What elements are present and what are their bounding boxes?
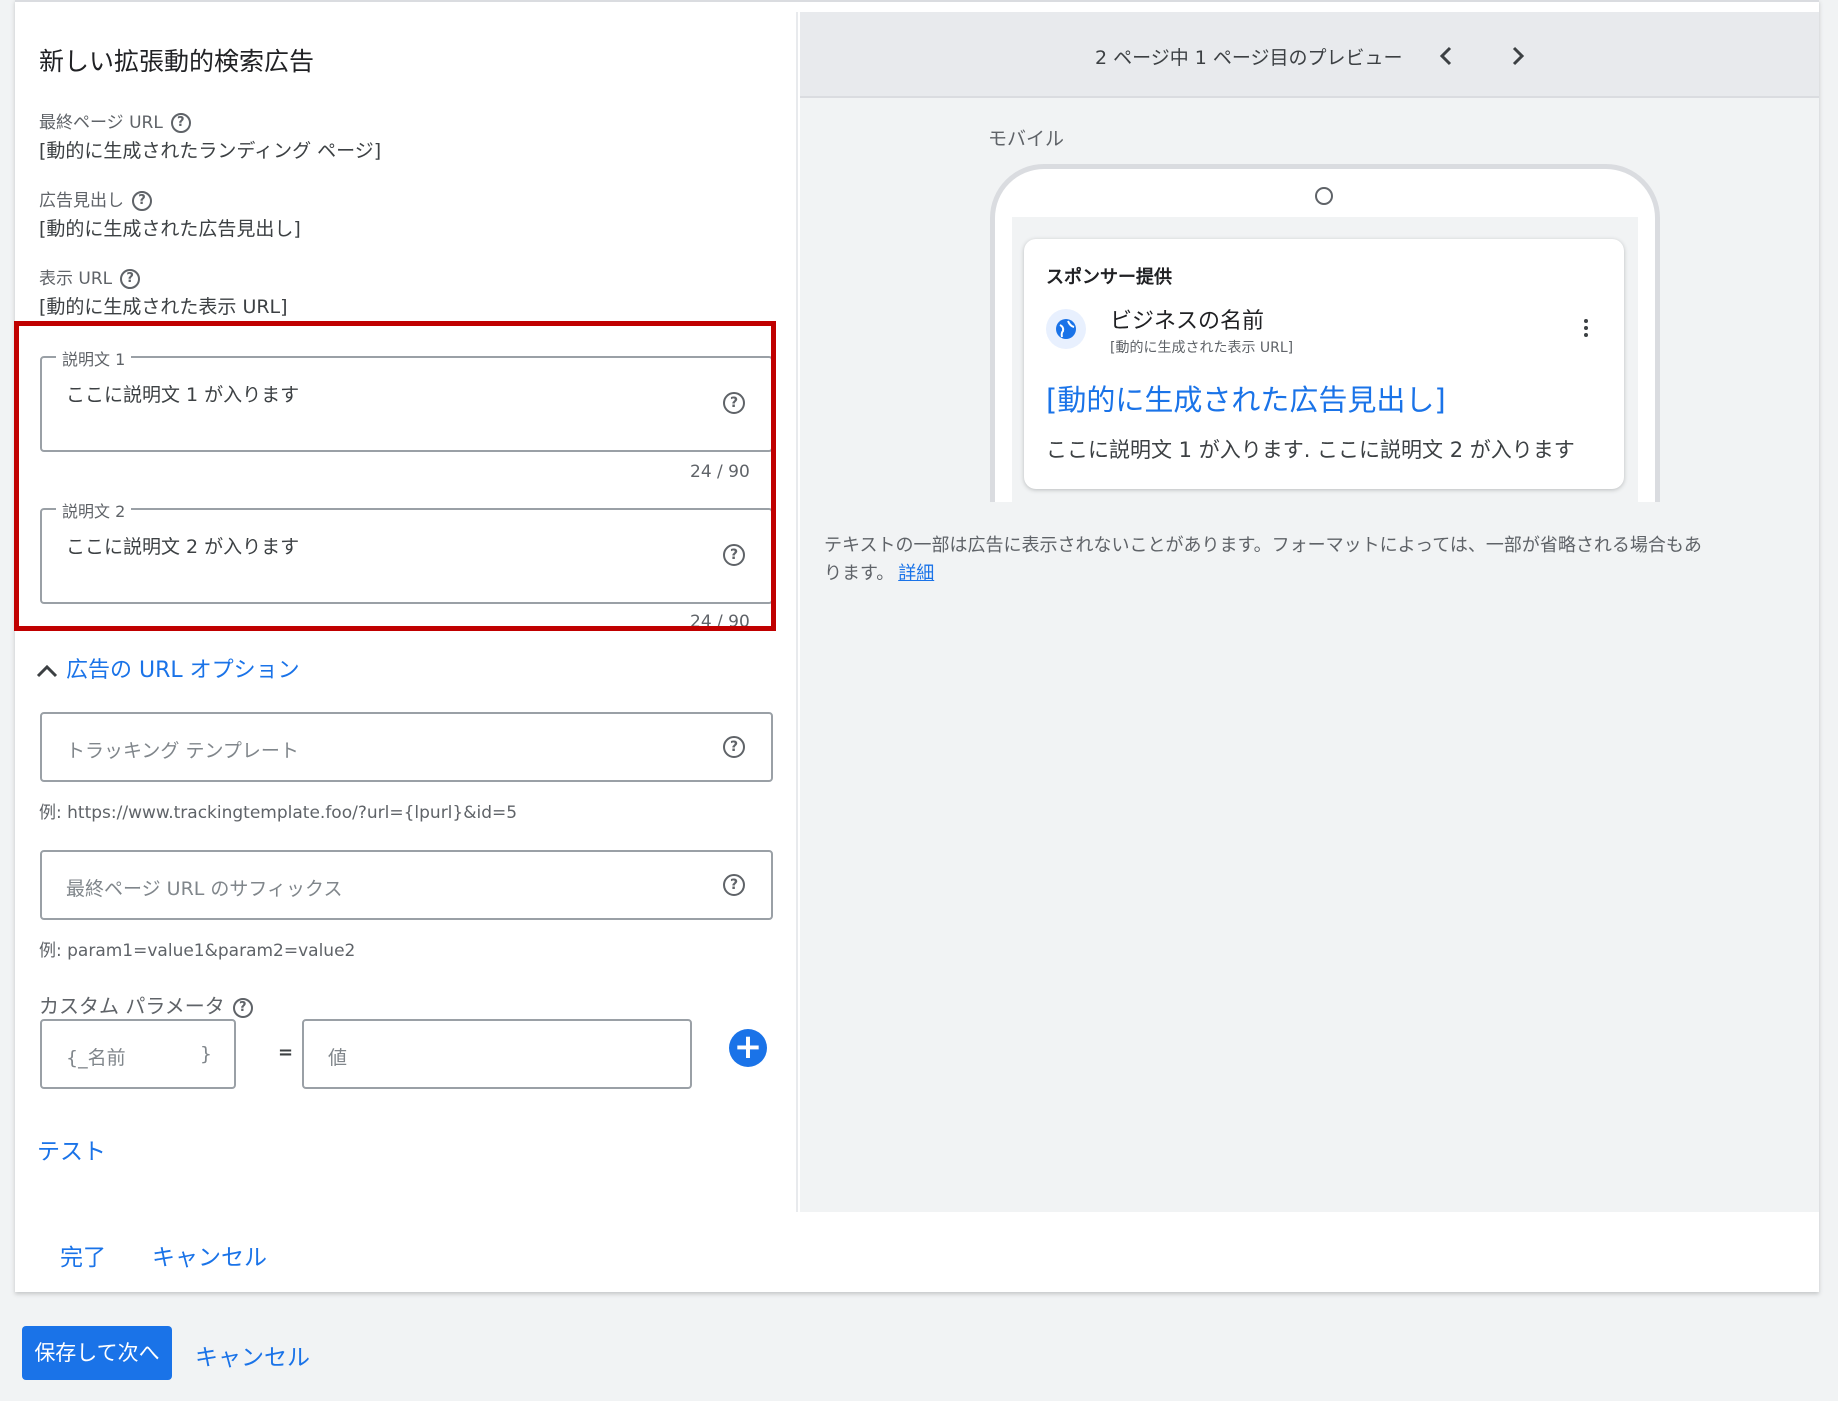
custom-param-value-input[interactable]: 値: [328, 1043, 347, 1070]
help-icon[interactable]: ?: [723, 874, 745, 896]
display-url-label: 表示 URL?: [39, 264, 141, 289]
ad-preview-card: スポンサー提供 ビジネスの名前 [動的に生成された表示 URL] [動的に生成さ…: [1024, 239, 1624, 489]
ad-description: ここに説明文 1 が入ります. ここに説明文 2 が入ります: [1046, 438, 1575, 462]
custom-param-name-suffix: }: [199, 1043, 212, 1065]
details-link[interactable]: 詳細: [898, 563, 934, 584]
custom-param-name-input[interactable]: {_名前: [66, 1043, 126, 1070]
help-icon[interactable]: ?: [723, 736, 745, 758]
ad-editor-card: 新しい拡張動的検索広告 最終ページ URL? [動的に生成されたランディング ペ…: [15, 0, 1819, 1292]
help-icon[interactable]: ?: [120, 269, 141, 289]
phone-frame: スポンサー提供 ビジネスの名前 [動的に生成された表示 URL] [動的に生成さ…: [990, 164, 1660, 517]
chevron-left-icon[interactable]: [1436, 44, 1456, 68]
final-url-value: [動的に生成されたランディング ページ]: [39, 140, 382, 162]
preview-panel: 2 ページ中 1 ページ目のプレビュー モバイル スポンサー提供 ビジネスの名前…: [800, 12, 1819, 1212]
more-vert-icon[interactable]: [1584, 319, 1588, 337]
display-url-value: [動的に生成された表示 URL]: [39, 296, 288, 318]
sponsor-label: スポンサー提供: [1046, 267, 1172, 288]
help-icon[interactable]: ?: [132, 191, 152, 211]
highlight-box: [14, 321, 776, 631]
preview-pager-text: 2 ページ中 1 ページ目のプレビュー: [1095, 47, 1403, 69]
equals-sign: =: [278, 1042, 294, 1063]
tracking-template-field[interactable]: トラッキング テンプレート ?: [40, 712, 773, 782]
final-url-suffix-hint: 例: param1=value1&param2=value2: [39, 941, 356, 961]
custom-param-value-field[interactable]: 値: [302, 1019, 692, 1089]
save-next-button[interactable]: 保存して次へ: [22, 1326, 172, 1380]
preview-note: テキストの一部は広告に表示されないことがあります。フォーマットによっては、一部が…: [824, 535, 1702, 584]
help-icon[interactable]: ?: [170, 113, 191, 133]
footer-cancel-button[interactable]: キャンセル: [195, 1338, 310, 1372]
chevron-right-icon[interactable]: [1508, 44, 1528, 68]
custom-param-name-field[interactable]: {_名前 }: [40, 1019, 236, 1089]
help-icon[interactable]: ?: [232, 997, 253, 1018]
final-url-suffix-field[interactable]: 最終ページ URL のサフィックス ?: [40, 850, 773, 920]
test-link[interactable]: テスト: [37, 1132, 106, 1166]
headline-value: [動的に生成された広告見出し]: [39, 218, 301, 240]
done-button[interactable]: 完了: [60, 1238, 106, 1272]
phone-camera: [1315, 187, 1333, 205]
final-url-label: 最終ページ URL?: [39, 108, 191, 133]
ad-display-url: [動的に生成された表示 URL]: [1110, 340, 1294, 356]
ad-headline[interactable]: [動的に生成された広告見出し]: [1046, 377, 1446, 419]
chevron-up-icon: [36, 664, 58, 678]
add-param-icon[interactable]: +: [729, 1029, 767, 1067]
business-name: ビジネスの名前: [1110, 309, 1265, 334]
preview-header: 2 ページ中 1 ページ目のプレビュー: [800, 12, 1819, 98]
globe-icon: [1046, 309, 1086, 349]
custom-params-label: カスタム パラメータ?: [39, 990, 253, 1019]
url-options-toggle[interactable]: 広告の URL オプション: [35, 652, 300, 684]
form-title: 新しい拡張動的検索広告: [39, 47, 315, 76]
cancel-button[interactable]: キャンセル: [152, 1238, 267, 1272]
headline-label: 広告見出し?: [39, 186, 152, 211]
final-url-suffix-input[interactable]: 最終ページ URL のサフィックス: [66, 874, 342, 901]
tracking-template-input[interactable]: トラッキング テンプレート: [66, 736, 299, 763]
device-label: モバイル: [988, 128, 1065, 150]
phone-screen: スポンサー提供 ビジネスの名前 [動的に生成された表示 URL] [動的に生成さ…: [1012, 217, 1638, 517]
tracking-template-hint: 例: https://www.trackingtemplate.foo/?url…: [39, 803, 518, 823]
